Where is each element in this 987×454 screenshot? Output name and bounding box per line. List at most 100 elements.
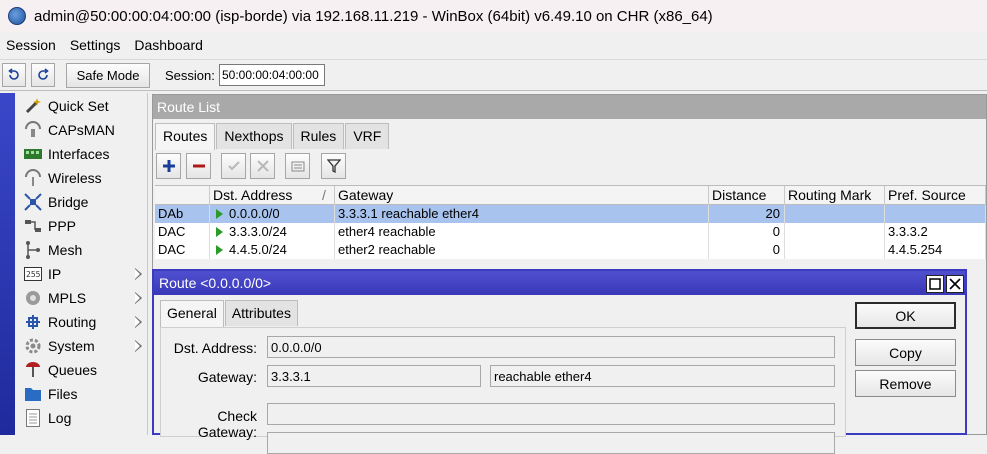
sidebar-item-capsman[interactable]: CAPsMAN [15, 118, 148, 142]
remove-route-button[interactable]: Remove [855, 370, 956, 397]
sidebar-item-ppp[interactable]: PPP [15, 214, 148, 238]
check-gateway-label: Check Gateway: [197, 408, 257, 440]
menu-settings[interactable]: Settings [64, 37, 129, 53]
submenu-arrow-icon [135, 292, 142, 304]
enable-button[interactable] [221, 153, 246, 179]
main-toolbar: Safe Mode Session: 50:00:00:04:00:00 [0, 59, 987, 91]
sidebar-item-mesh[interactable]: Mesh [15, 238, 148, 262]
ppp-icon [22, 217, 44, 235]
column-distance[interactable]: Distance [709, 186, 785, 205]
gateway-label: Gateway: [197, 369, 257, 385]
general-panel: Dst. Address: 0.0.0.0/0 Gateway: 3.3.3.1… [160, 327, 846, 454]
tab-attributes[interactable]: Attributes [224, 300, 298, 326]
maximize-icon [929, 278, 941, 290]
column-dst-address[interactable]: Dst. Address / [210, 186, 335, 205]
ok-button[interactable]: OK [855, 302, 956, 329]
svg-text:255: 255 [26, 270, 41, 279]
sidebar-item-interfaces[interactable]: Interfaces [15, 142, 148, 166]
column-gateway[interactable]: Gateway [335, 186, 709, 205]
next-field[interactable] [267, 432, 835, 454]
sidebar-item-system[interactable]: System [15, 334, 148, 358]
tab-general[interactable]: General [160, 300, 224, 327]
queues-icon [22, 361, 44, 379]
filter-icon [326, 159, 341, 173]
table-row[interactable]: DAC 3.3.3.0/24 ether4 reachable 0 3.3.3.… [155, 223, 986, 241]
check-icon [227, 161, 240, 171]
ip-icon: 255 [22, 265, 44, 283]
route-dialog-tabs: General Attributes [160, 300, 299, 327]
system-icon [22, 337, 44, 355]
route-active-icon [216, 227, 223, 237]
column-routing-mark[interactable]: Routing Mark [785, 186, 885, 205]
sidebar-item-wireless[interactable]: Wireless [15, 166, 148, 190]
check-gateway-field[interactable] [267, 403, 835, 425]
menu-bar: Session Settings Dashboard [0, 33, 987, 57]
route-active-icon [216, 245, 223, 255]
files-icon [22, 385, 44, 403]
column-flags[interactable] [155, 186, 210, 205]
tab-routes[interactable]: Routes [155, 123, 216, 150]
sidebar-item-quick-set[interactable]: Quick Set [15, 94, 148, 118]
capsman-icon [22, 121, 44, 139]
menu-session[interactable]: Session [0, 37, 64, 53]
sidebar-item-ip[interactable]: 255 IP [15, 262, 148, 286]
route-dialog: Route <0.0.0.0/0> General Attributes Dst… [152, 269, 967, 454]
route-list-title: Route List [153, 95, 986, 119]
tab-nexthops[interactable]: Nexthops [216, 123, 292, 149]
window-titlebar: admin@50:00:00:04:00:00 (isp-borde) via … [0, 0, 987, 32]
minus-icon [192, 164, 205, 168]
undo-button[interactable] [2, 63, 26, 87]
remove-button[interactable] [186, 153, 211, 179]
cross-icon [256, 160, 269, 172]
column-pref-source[interactable]: Pref. Source [885, 186, 986, 205]
sidebar-item-files[interactable]: Files [15, 382, 148, 406]
tab-vrf[interactable]: VRF [345, 123, 390, 149]
mesh-icon [22, 241, 44, 259]
sidebar: Quick Set CAPsMAN Interfaces Wireless Br… [15, 93, 148, 435]
sidebar-item-routing[interactable]: Routing [15, 310, 148, 334]
wand-icon [22, 97, 44, 115]
redo-button[interactable] [31, 63, 55, 87]
undo-icon [8, 68, 19, 80]
bridge-icon [22, 193, 44, 211]
route-dialog-titlebar: Route <0.0.0.0/0> [154, 271, 965, 295]
route-active-icon [216, 209, 223, 219]
dst-address-label: Dst. Address: [173, 340, 257, 356]
route-dialog-title: Route <0.0.0.0/0> [159, 275, 272, 291]
redo-icon [38, 68, 49, 80]
table-header: Dst. Address / Gateway Distance Routing M… [155, 185, 986, 205]
comment-button[interactable] [285, 153, 310, 179]
route-list-tabs: Routes Nexthops Rules VRF [155, 123, 390, 150]
comment-icon [291, 161, 304, 172]
sort-indicator: / [322, 187, 326, 203]
mpls-icon [22, 289, 44, 307]
interfaces-icon [22, 145, 44, 163]
table-row[interactable]: DAb 0.0.0.0/0 3.3.3.1 reachable ether4 2… [155, 205, 986, 223]
close-button[interactable] [946, 275, 964, 293]
table-row[interactable]: DAC 4.4.5.0/24 ether2 reachable 0 4.4.5.… [155, 241, 986, 259]
copy-button[interactable]: Copy [855, 339, 956, 366]
sidebar-item-bridge[interactable]: Bridge [15, 190, 148, 214]
tab-rules[interactable]: Rules [292, 123, 345, 149]
maximize-button[interactable] [926, 275, 944, 293]
dst-address-field[interactable]: 0.0.0.0/0 [267, 336, 835, 358]
wireless-icon [22, 169, 44, 187]
disable-button[interactable] [250, 153, 275, 179]
plus-icon [162, 160, 175, 172]
close-icon [949, 278, 961, 290]
filter-button[interactable] [321, 153, 346, 179]
add-button[interactable] [156, 153, 181, 179]
menu-dashboard[interactable]: Dashboard [128, 37, 211, 53]
sidebar-item-mpls[interactable]: MPLS [15, 286, 148, 310]
gateway-field[interactable]: 3.3.3.1 [267, 365, 481, 387]
session-label: Session: [165, 68, 215, 83]
sidebar-item-log[interactable]: Log [15, 406, 148, 430]
safe-mode-button[interactable]: Safe Mode [66, 63, 150, 88]
session-field[interactable]: 50:00:00:04:00:00 [219, 64, 325, 86]
submenu-arrow-icon [135, 316, 142, 328]
sidebar-strip [0, 93, 15, 435]
submenu-arrow-icon [135, 268, 142, 280]
winbox-logo-icon [8, 7, 26, 25]
sidebar-item-queues[interactable]: Queues [15, 358, 148, 382]
log-icon [22, 409, 44, 427]
